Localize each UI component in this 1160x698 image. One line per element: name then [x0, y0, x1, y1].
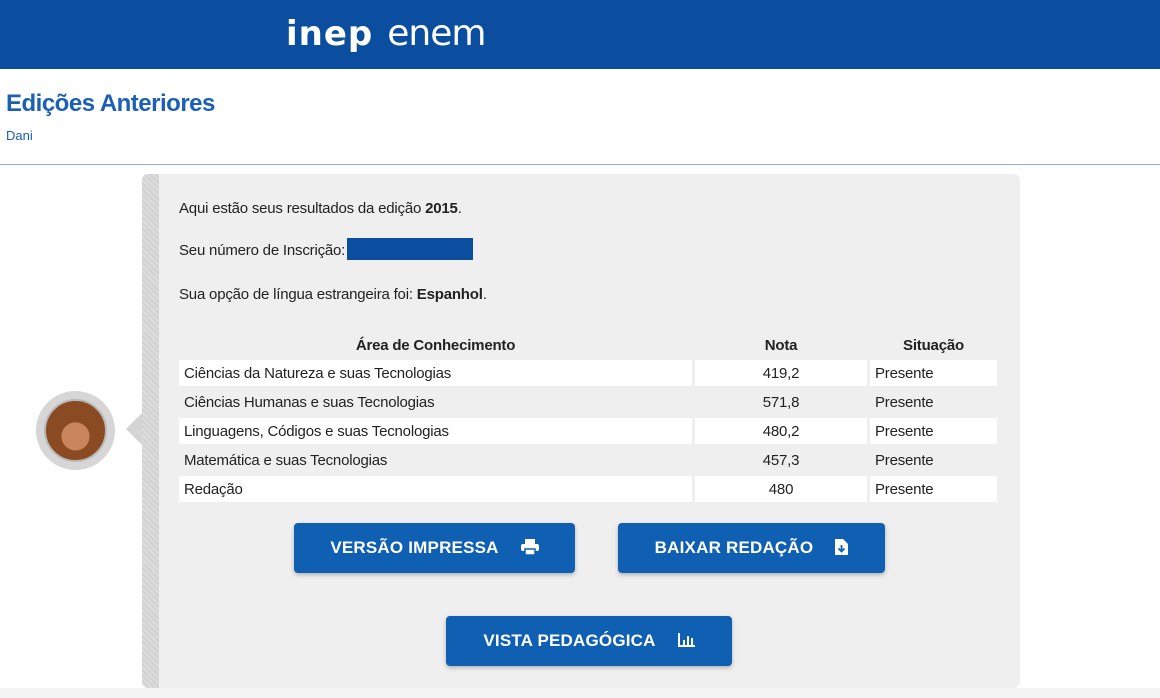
- user-name: Dani: [6, 128, 33, 143]
- avatar-portrait-icon: [44, 399, 107, 462]
- card-stripe-decoration: [142, 174, 159, 688]
- footer-strip: [0, 688, 1160, 698]
- printer-icon: [520, 538, 539, 558]
- row-nota: 457,3: [762, 451, 800, 469]
- results-card: Aqui estão seus resultados da edição 201…: [142, 174, 1020, 688]
- download-button-label: BAIXAR REDAÇÃO: [654, 538, 814, 557]
- results-intro: Aqui estão seus resultados da edição 201…: [179, 200, 462, 217]
- header-nota: Nota: [764, 336, 798, 354]
- language-suffix: .: [482, 286, 487, 303]
- language-value: Espanhol: [416, 286, 483, 303]
- registration-line: Seu número de Inscrição:: [179, 238, 474, 260]
- table-row: Ciências Humanas e suas Tecnologias 571,…: [179, 389, 997, 415]
- pedagogical-view-button[interactable]: VISTA PEDAGÓGICA: [446, 616, 732, 666]
- brand-logo[interactable]: inep enem: [286, 13, 486, 55]
- avatar: [36, 391, 115, 470]
- row-nota: 419,2: [695, 360, 867, 386]
- top-header-bar: inep enem: [0, 0, 1160, 69]
- print-version-button[interactable]: VERSÃO IMPRESSA: [294, 523, 575, 573]
- vista-button-label: VISTA PEDAGÓGICA: [483, 631, 656, 650]
- page-title: Edições Anteriores: [6, 90, 215, 117]
- edition-year: 2015: [425, 200, 458, 217]
- intro-suffix: .: [457, 200, 462, 217]
- intro-text: Aqui estão seus resultados da edição: [179, 200, 426, 217]
- registration-label: Seu número de Inscrição:: [179, 242, 346, 259]
- row-nota: 571,8: [762, 393, 800, 411]
- row-situacao: Presente: [870, 418, 997, 444]
- row-area: Redação: [179, 476, 692, 502]
- row-situacao: Presente: [875, 393, 934, 411]
- row-area: Linguagens, Códigos e suas Tecnologias: [179, 418, 692, 444]
- inep-logo-text: inep: [286, 14, 374, 54]
- header-divider: [0, 164, 1160, 165]
- table-row: Redação 480 Presente: [179, 476, 997, 502]
- print-button-label: VERSÃO IMPRESSA: [330, 538, 499, 557]
- row-nota: 480,2: [695, 418, 867, 444]
- registration-number-redacted: [347, 238, 474, 260]
- row-area: Matemática e suas Tecnologias: [184, 451, 388, 469]
- row-area: Ciências Humanas e suas Tecnologias: [184, 393, 435, 411]
- header-situacao: Situação: [903, 336, 964, 354]
- row-situacao: Presente: [875, 451, 934, 469]
- row-situacao: Presente: [870, 476, 997, 502]
- language-line: Sua opção de língua estrangeira foi: Esp…: [179, 286, 487, 303]
- header-area: Área de Conhecimento: [355, 336, 516, 354]
- scores-table: Área de Conhecimento Nota Situação Ciênc…: [179, 330, 997, 505]
- bar-chart-icon: [677, 632, 695, 650]
- row-situacao: Presente: [870, 360, 997, 386]
- table-row: Ciências da Natureza e suas Tecnologias …: [179, 360, 997, 386]
- row-nota: 480: [695, 476, 867, 502]
- file-download-icon: [835, 538, 849, 558]
- language-label: Sua opção de língua estrangeira foi:: [179, 286, 417, 303]
- enem-logo-text: enem: [387, 13, 486, 54]
- row-area: Ciências da Natureza e suas Tecnologias: [179, 360, 692, 386]
- table-row: Linguagens, Códigos e suas Tecnologias 4…: [179, 418, 997, 444]
- table-row: Matemática e suas Tecnologias 457,3 Pres…: [179, 447, 997, 473]
- download-essay-button[interactable]: BAIXAR REDAÇÃO: [618, 523, 885, 573]
- speech-bubble-tail: [126, 413, 142, 445]
